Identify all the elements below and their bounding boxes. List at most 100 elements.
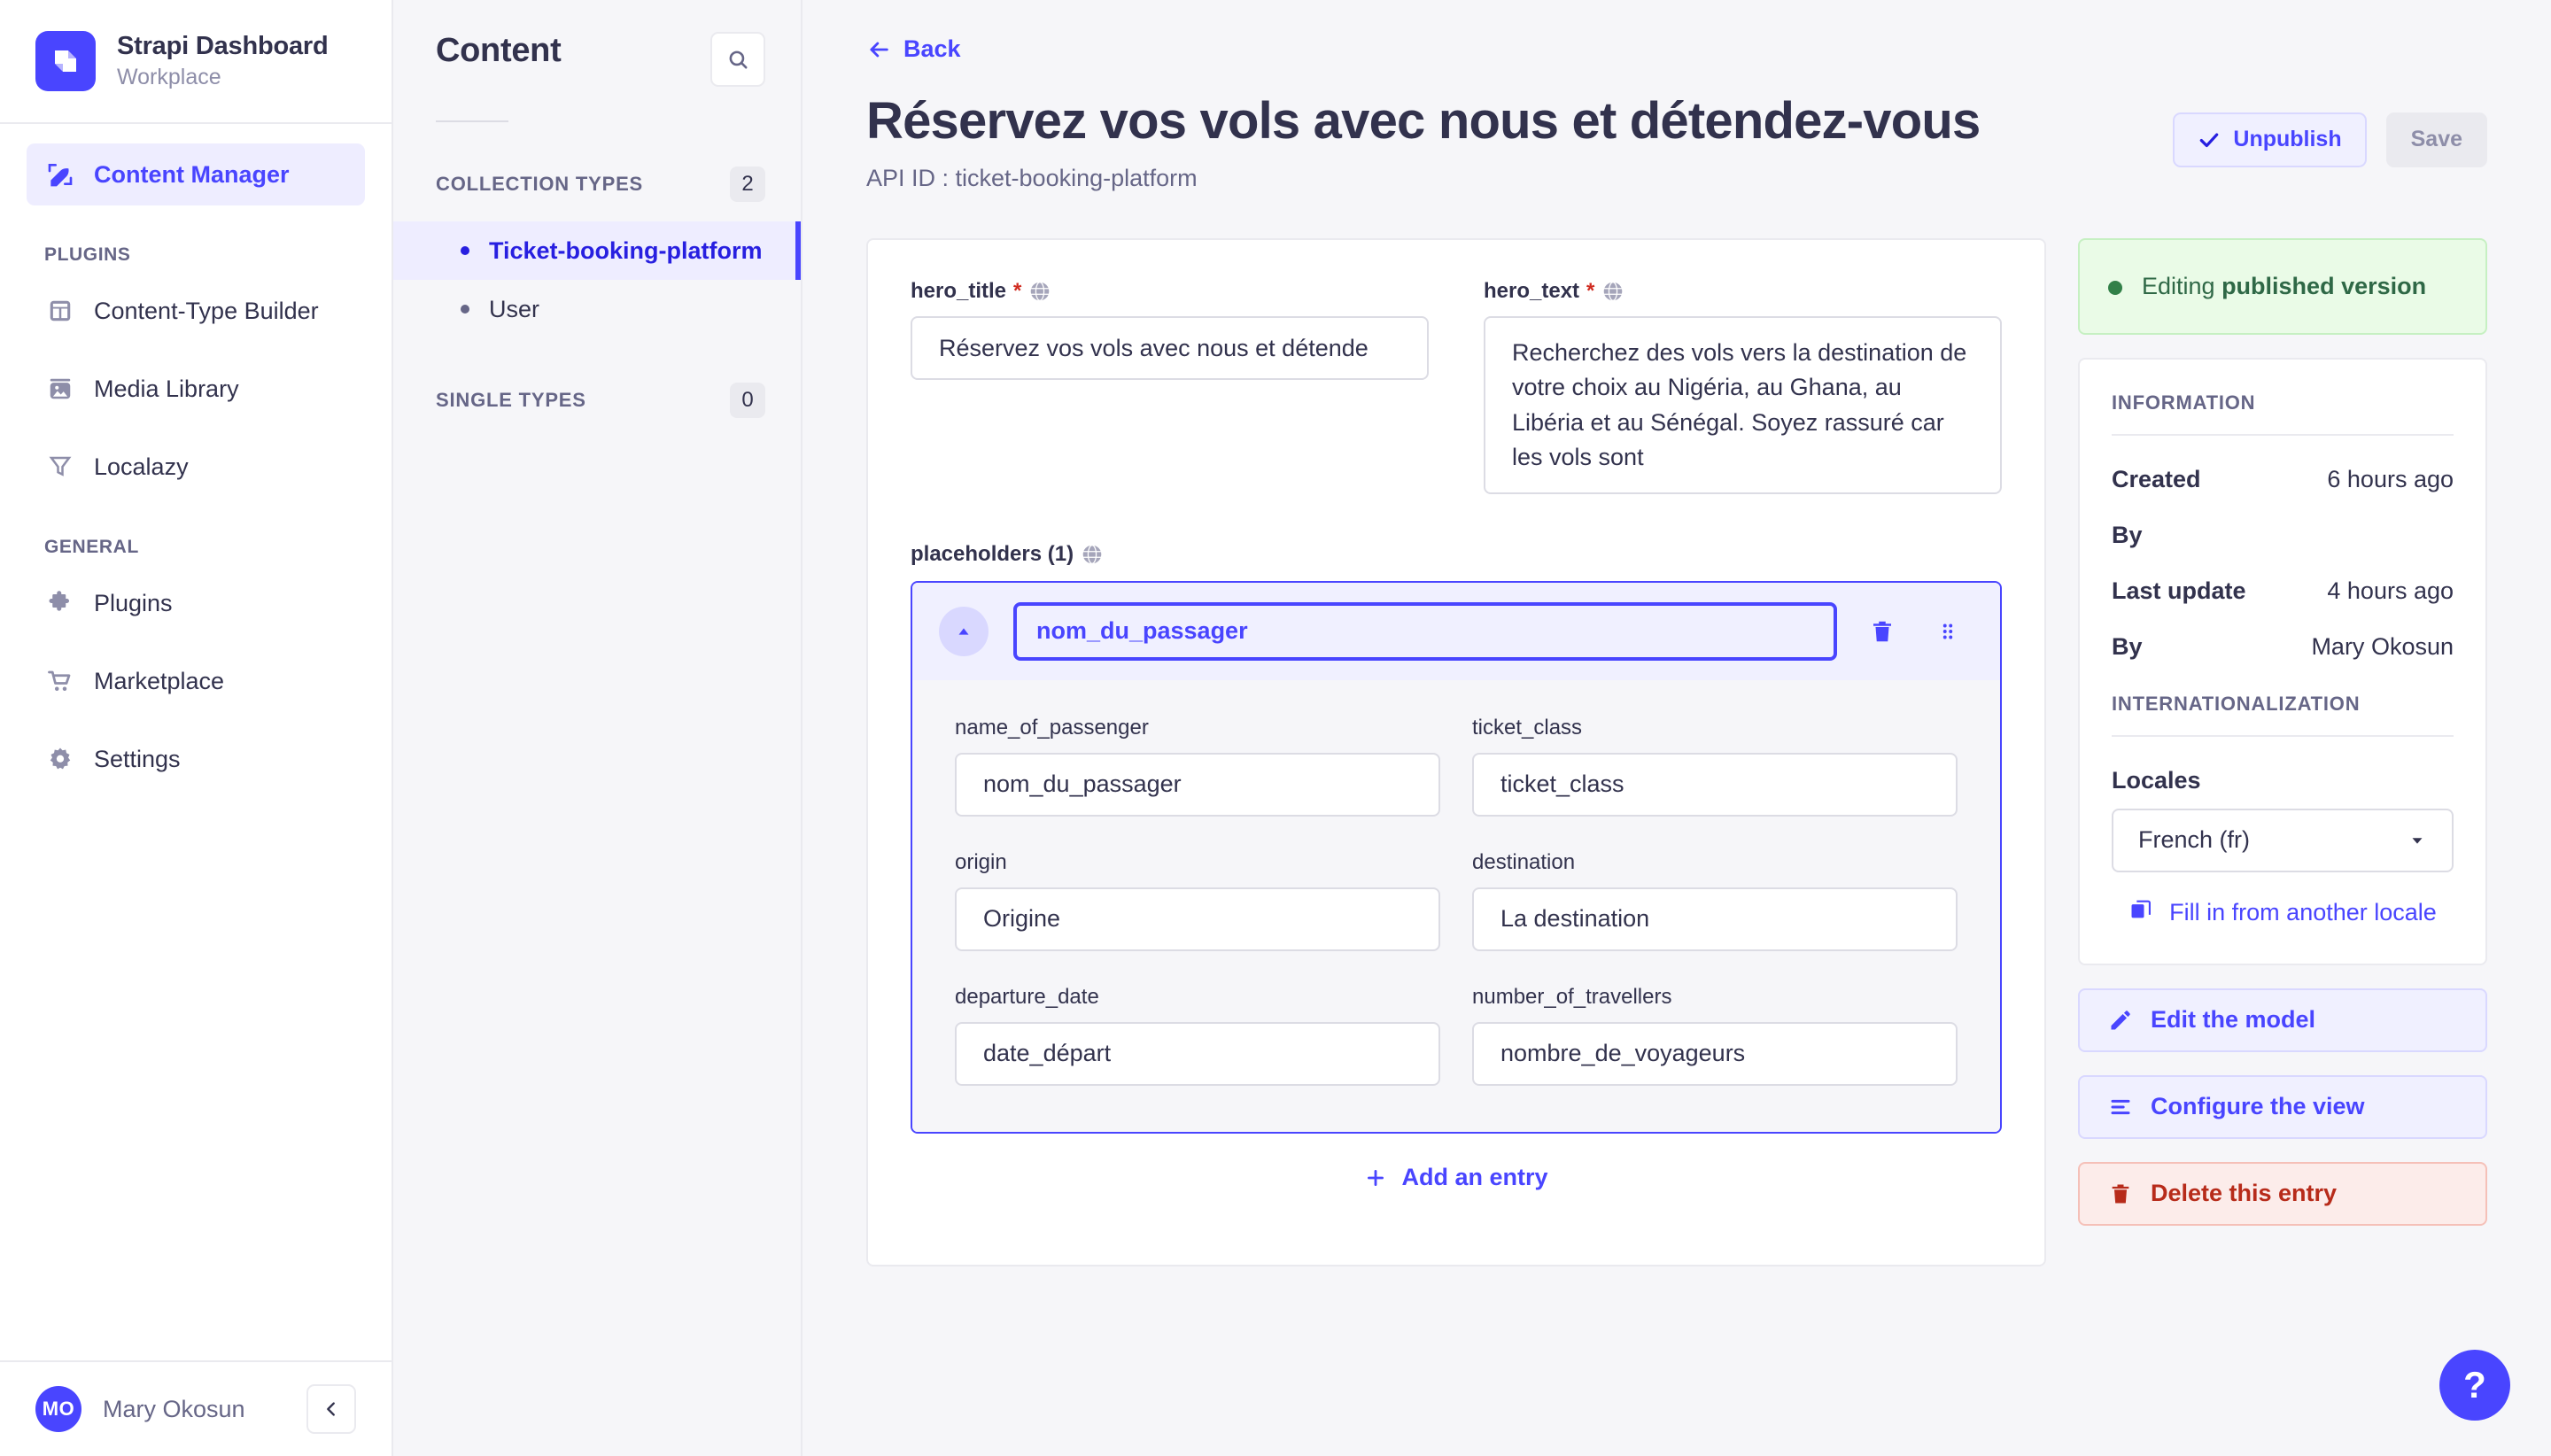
delete-this-entry-button[interactable]: Delete this entry bbox=[2078, 1162, 2487, 1226]
top-field-grid: hero_title * Réservez vos vols avec nous… bbox=[911, 279, 2002, 494]
hero-title-input[interactable]: Réservez vos vols avec nous et détende bbox=[911, 316, 1429, 380]
search-icon bbox=[726, 48, 749, 71]
locale-select[interactable]: French (fr) bbox=[2112, 809, 2454, 872]
field-origin: origin Origine bbox=[955, 850, 1440, 951]
status-dot-icon bbox=[2108, 281, 2122, 295]
cart-icon bbox=[44, 665, 76, 697]
sidebar-section-plugins: PLUGINS bbox=[27, 244, 365, 266]
hero-text-input[interactable]: Recherchez des vols vers la destination … bbox=[1484, 316, 2002, 494]
sidebar-item-media-library[interactable]: Media Library bbox=[27, 358, 365, 420]
unpublish-button[interactable]: Unpublish bbox=[2173, 112, 2366, 167]
collapse-entry-button[interactable] bbox=[939, 607, 989, 656]
info-row-created: Created 6 hours ago bbox=[2112, 466, 2454, 493]
delete-entry-button[interactable] bbox=[1862, 611, 1903, 652]
globe-icon bbox=[1028, 280, 1051, 303]
status-text: Editing published version bbox=[2142, 270, 2426, 302]
collection-item-user[interactable]: User bbox=[393, 280, 801, 338]
sidebar-item-label: Content-Type Builder bbox=[94, 298, 319, 325]
name-of-passenger-input[interactable]: nom_du_passager bbox=[955, 753, 1440, 817]
save-button[interactable]: Save bbox=[2386, 112, 2487, 167]
entry-name-input[interactable]: nom_du_passager bbox=[1013, 602, 1837, 661]
required-marker: * bbox=[1013, 279, 1021, 304]
page-title: Réservez vos vols avec nous et détendez-… bbox=[866, 93, 1980, 150]
sidebar-item-content-type-builder[interactable]: Content-Type Builder bbox=[27, 280, 365, 342]
destination-label: destination bbox=[1472, 850, 1958, 875]
entry-side-panel: Editing published version INFORMATION Cr… bbox=[2078, 238, 2487, 1226]
collection-item-label: User bbox=[489, 296, 539, 323]
field-hero-text: hero_text * Recherchez des vols vers la … bbox=[1484, 279, 2002, 494]
arrow-left-icon bbox=[866, 37, 891, 62]
editor-layout: hero_title * Réservez vos vols avec nous… bbox=[866, 238, 2487, 1266]
departure-date-input[interactable]: date_départ bbox=[955, 1022, 1440, 1086]
header-actions: Unpublish Save bbox=[2173, 93, 2487, 167]
placeholders-label: placeholders (1) bbox=[911, 542, 2002, 567]
sliders-icon bbox=[2108, 1095, 2133, 1119]
collection-types-header: COLLECTION TYPES 2 bbox=[393, 167, 801, 202]
hero-title-label: hero_title * bbox=[911, 279, 1429, 304]
feather-icon bbox=[44, 159, 76, 190]
main-content: Back Réservez vos vols avec nous et déte… bbox=[803, 0, 2551, 1456]
globe-icon bbox=[1601, 280, 1624, 303]
trash-icon bbox=[2108, 1181, 2133, 1206]
avatar[interactable]: MO bbox=[35, 1386, 81, 1432]
info-value: 6 hours ago bbox=[2327, 466, 2454, 493]
chevron-left-icon bbox=[322, 1399, 341, 1419]
origin-input[interactable]: Origine bbox=[955, 887, 1440, 951]
placeholders-entry-box: nom_du_passager bbox=[911, 581, 2002, 1134]
collection-item-ticket-booking-platform[interactable]: Ticket-booking-platform bbox=[393, 221, 801, 280]
field-ticket-class: ticket_class ticket_class bbox=[1472, 716, 1958, 817]
gear-icon bbox=[44, 743, 76, 775]
status-strong: published version bbox=[2221, 273, 2426, 299]
question-mark-icon: ? bbox=[2463, 1364, 2486, 1406]
divider bbox=[2112, 434, 2454, 436]
configure-the-view-button[interactable]: Configure the view bbox=[2078, 1075, 2487, 1139]
number-of-travellers-input[interactable]: nombre_de_voyageurs bbox=[1472, 1022, 1958, 1086]
status-prefix: Editing bbox=[2142, 273, 2221, 299]
destination-input[interactable]: La destination bbox=[1472, 887, 1958, 951]
strapi-logo-icon bbox=[35, 31, 96, 91]
number-of-travellers-label: number_of_travellers bbox=[1472, 985, 1958, 1010]
entry-field-row: name_of_passenger nom_du_passager ticket… bbox=[955, 716, 1958, 817]
sidebar-collapse-button[interactable] bbox=[306, 1384, 356, 1434]
add-entry-button[interactable]: Add an entry bbox=[911, 1134, 2002, 1222]
info-key: Last update bbox=[2112, 577, 2246, 605]
field-destination: destination La destination bbox=[1472, 850, 1958, 951]
field-hero-title: hero_title * Réservez vos vols avec nous… bbox=[911, 279, 1429, 494]
trash-icon bbox=[1869, 618, 1896, 645]
edit-the-model-button[interactable]: Edit the model bbox=[2078, 988, 2487, 1052]
sidebar-item-marketplace[interactable]: Marketplace bbox=[27, 650, 365, 712]
sidebar-item-content-manager[interactable]: Content Manager bbox=[27, 143, 365, 205]
placeholders-component: placeholders (1) nom_du_passager bbox=[911, 542, 2002, 1222]
funnel-icon bbox=[44, 451, 76, 483]
collection-types-list: Ticket-booking-platform User bbox=[393, 221, 801, 338]
sidebar-item-settings[interactable]: Settings bbox=[27, 728, 365, 790]
sidebar-item-plugins[interactable]: Plugins bbox=[27, 572, 365, 634]
help-button[interactable]: ? bbox=[2439, 1350, 2510, 1421]
locale-selected-value: French (fr) bbox=[2138, 826, 2250, 854]
sidebar-item-localazy[interactable]: Localazy bbox=[27, 436, 365, 498]
info-row-updated-by: By Mary Okosun bbox=[2112, 633, 2454, 661]
single-types-header: SINGLE TYPES 0 bbox=[393, 383, 801, 418]
fill-from-another-locale-button[interactable]: Fill in from another locale bbox=[2112, 897, 2454, 928]
brand-header: Strapi Dashboard Workplace bbox=[0, 0, 392, 124]
configure-view-label: Configure the view bbox=[2151, 1093, 2365, 1120]
drag-entry-handle[interactable] bbox=[1927, 611, 1968, 652]
search-button[interactable] bbox=[710, 32, 765, 87]
collection-types-count: 2 bbox=[730, 167, 765, 202]
check-icon bbox=[2198, 128, 2221, 151]
info-row-last-update: Last update 4 hours ago bbox=[2112, 577, 2454, 605]
information-card: INFORMATION Created 6 hours ago By Last … bbox=[2078, 358, 2487, 965]
single-types-title: SINGLE TYPES bbox=[436, 389, 586, 412]
bullet-icon bbox=[461, 305, 469, 314]
information-title: INFORMATION bbox=[2112, 391, 2454, 414]
info-value: 4 hours ago bbox=[2327, 577, 2454, 605]
internationalization-title: INTERNATIONALIZATION bbox=[2112, 693, 2454, 716]
back-link[interactable]: Back bbox=[866, 35, 961, 63]
layout-icon bbox=[44, 295, 76, 327]
departure-date-label: departure_date bbox=[955, 985, 1440, 1010]
sidebar-item-label: Media Library bbox=[94, 376, 239, 403]
content-list-panel: Content COLLECTION TYPES 2 Ticket-bookin… bbox=[393, 0, 803, 1456]
label-text: hero_text bbox=[1484, 279, 1579, 304]
collection-types-title: COLLECTION TYPES bbox=[436, 173, 643, 196]
ticket-class-input[interactable]: ticket_class bbox=[1472, 753, 1958, 817]
